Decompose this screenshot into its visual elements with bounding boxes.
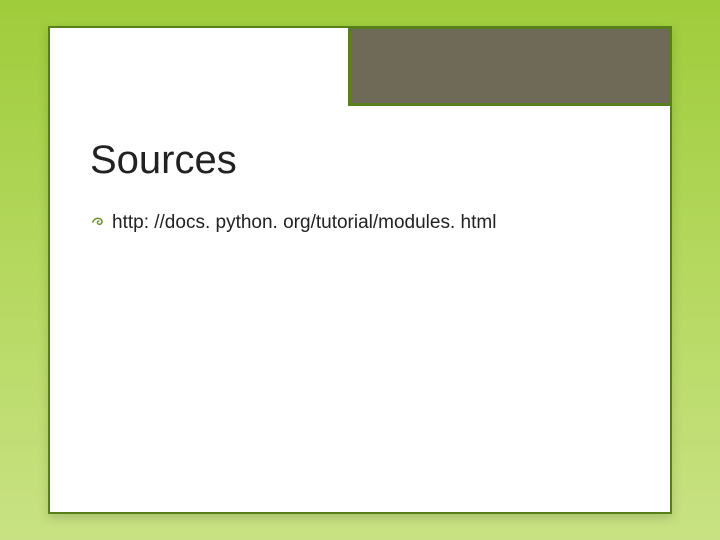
slide-title: Sources [90, 138, 630, 183]
swirl-bullet-icon [90, 211, 106, 231]
slide-content: Sources http: //docs. python. org/tutori… [90, 138, 630, 236]
slide-card: Sources http: //docs. python. org/tutori… [48, 26, 672, 514]
bullet-text: http: //docs. python. org/tutorial/modul… [112, 211, 496, 236]
header-accent-box [348, 26, 672, 106]
bullet-item: http: //docs. python. org/tutorial/modul… [90, 211, 630, 236]
